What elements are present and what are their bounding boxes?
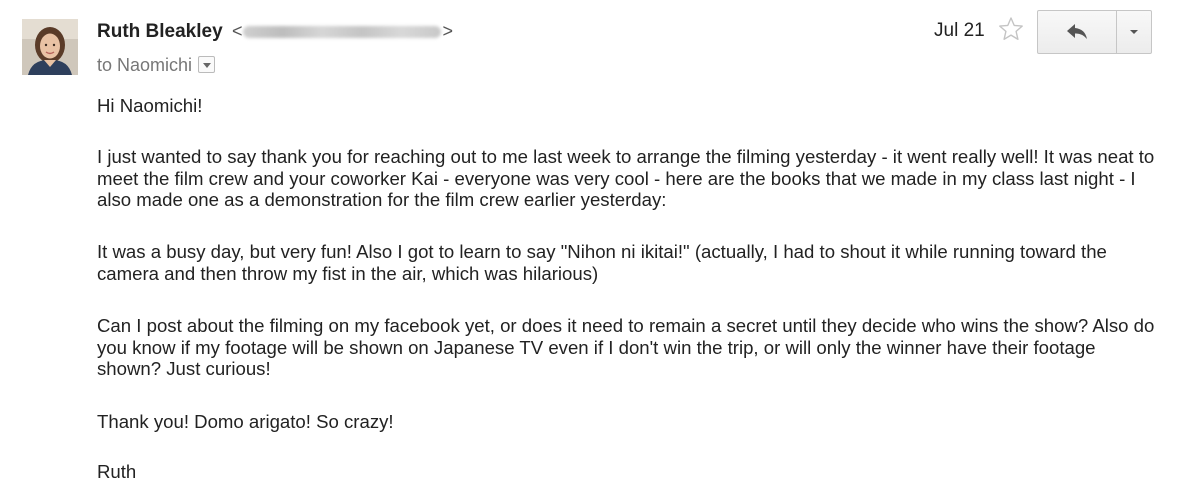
- body-paragraph: I just wanted to say thank you for reach…: [97, 146, 1155, 210]
- greeting: Hi Naomichi!: [97, 95, 203, 116]
- sender-name[interactable]: Ruth Bleakley: [97, 21, 223, 42]
- body-paragraph: It was a busy day, but very fun! Also I …: [97, 241, 1107, 284]
- recipient-name: Naomichi: [117, 55, 193, 75]
- chevron-down-icon: [1129, 30, 1138, 34]
- sender-email[interactable]: < >: [232, 21, 453, 41]
- email-close-bracket: >: [442, 21, 453, 41]
- reply-button[interactable]: [1038, 11, 1117, 53]
- email-open-bracket: <: [231, 21, 243, 41]
- recipient-details-dropdown[interactable]: [198, 56, 216, 73]
- recipient-prefix: to: [97, 55, 113, 75]
- sender-avatar: [22, 19, 78, 75]
- reply-button-group: [1037, 10, 1152, 54]
- signature: Ruth: [97, 461, 137, 482]
- recipient-line: to Naomichi: [97, 55, 216, 76]
- closing-line: Thank you! Domo arigato! So crazy!: [97, 411, 394, 432]
- avatar-photo-icon: [22, 19, 78, 75]
- more-options-button[interactable]: [1116, 11, 1151, 53]
- reply-icon: [1067, 24, 1087, 39]
- message-date[interactable]: Jul 21: [934, 20, 985, 42]
- blurred-email-address: [243, 26, 442, 39]
- star-icon[interactable]: [998, 16, 1024, 42]
- body-paragraph: Can I post about the filming on my faceb…: [97, 315, 1155, 379]
- sender-line: Ruth Bleakley < >: [97, 21, 453, 43]
